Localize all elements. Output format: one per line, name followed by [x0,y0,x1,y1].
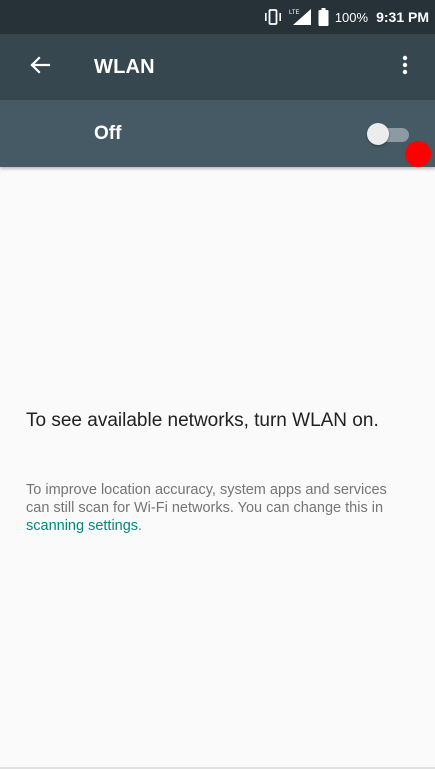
touch-indicator [405,141,431,167]
wlan-off-message: To see available networks, turn WLAN on. [26,410,379,431]
wlan-settings-screen: LTE 100% 9:31 PM WLAN Off To see availab… [0,0,435,769]
status-bar: LTE 100% 9:31 PM [0,0,435,34]
arrow-left-icon [30,55,51,79]
scanning-note: To improve location accuracy, system app… [26,481,412,535]
lte-label: LTE [289,10,300,16]
scanning-note-text: To improve location accuracy, system app… [26,482,387,516]
page-title: WLAN [94,55,155,78]
wlan-switch-bar[interactable]: Off [0,100,435,167]
back-button[interactable] [20,47,60,87]
more-vertical-icon [402,55,408,80]
battery-percentage: 100% [334,9,369,25]
toggle-thumb [367,123,389,145]
clock: 9:31 PM [376,9,429,25]
more-options-button[interactable] [385,47,425,87]
app-bar: WLAN [0,34,435,100]
switch-label: Off [94,122,122,144]
lte-signal-icon: LTE [288,7,312,27]
battery-icon [318,7,329,27]
scanning-note-suffix: . [138,518,143,534]
vibrate-icon [264,7,282,27]
scanning-settings-link[interactable]: scanning settings [26,518,138,534]
wlan-toggle-switch[interactable] [367,122,411,146]
